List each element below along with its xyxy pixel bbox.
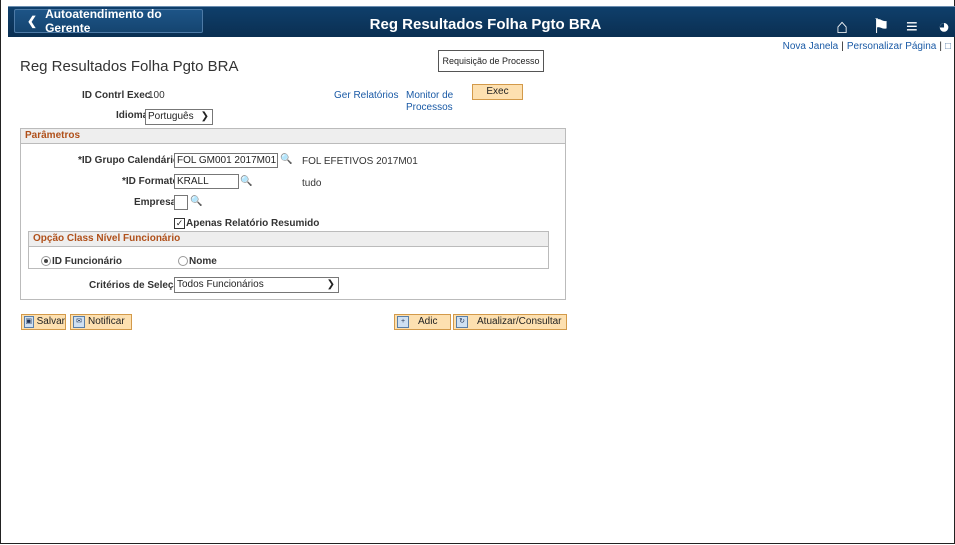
language-select-value: Português	[148, 111, 194, 122]
format-description: tudo	[302, 178, 322, 189]
employee-id-radio[interactable]	[41, 256, 51, 266]
save-button[interactable]: ▣ Salvar	[21, 314, 66, 330]
language-label: Idioma	[116, 110, 149, 121]
calendar-group-lookup-icon[interactable]: 🔍	[280, 154, 292, 165]
notify-icon: ✉	[73, 316, 85, 328]
name-radio[interactable]	[178, 256, 188, 266]
company-label: Empresa	[134, 197, 177, 208]
chevron-left-icon: ❮	[27, 14, 38, 28]
update-display-button[interactable]: ↻ Atualizar/Consultar	[453, 314, 567, 330]
employee-id-radio-label: ID Funcionário	[52, 256, 122, 267]
home-icon[interactable]: ⌂	[836, 16, 848, 38]
navbar-icon[interactable]: ◕	[938, 16, 950, 38]
selection-criteria-label: Critérios de Seleção	[89, 280, 186, 291]
process-monitor-line2: Processos	[406, 102, 453, 113]
notify-button-label: Notificar	[88, 316, 125, 327]
menu-icon[interactable]: ≡	[906, 16, 918, 38]
employee-option-header: Opção Class Nível Funcionário	[29, 232, 548, 247]
new-window-link[interactable]: Nova Janela	[783, 41, 839, 52]
company-lookup-icon[interactable]: 🔍	[190, 196, 202, 207]
selection-criteria-select[interactable]: Todos Funcionários ❯	[174, 277, 339, 293]
help-icon[interactable]: □	[945, 41, 951, 52]
run-control-value: 100	[148, 90, 165, 101]
flag-icon[interactable]: ⚑	[872, 16, 890, 38]
parameters-group: Parâmetros	[20, 128, 566, 300]
add-button-label: Adic	[418, 316, 438, 327]
chevron-down-icon: ❯	[200, 111, 209, 122]
process-monitor-link[interactable]: Monitor de Processos	[406, 90, 453, 113]
format-lookup-icon[interactable]: 🔍	[240, 176, 252, 187]
chevron-down-icon: ❯	[326, 279, 335, 290]
summary-checkbox-label: Apenas Relatório Resumido	[186, 218, 320, 229]
selection-criteria-value: Todos Funcionários	[177, 279, 264, 290]
save-icon: ▣	[24, 316, 34, 328]
add-icon: +	[397, 316, 409, 328]
report-manager-link[interactable]: Ger Relatórios	[334, 90, 398, 101]
run-control-label: ID Contrl Exec	[82, 90, 151, 101]
language-select[interactable]: Português ❯	[145, 109, 213, 125]
add-button[interactable]: + Adic	[394, 314, 451, 330]
back-button[interactable]: ❮ Autoatendimento do Gerente	[14, 7, 203, 35]
top-links: Nova Janela | Personalizar Página | □	[782, 41, 951, 52]
calendar-group-description: FOL EFETIVOS 2017M01	[302, 156, 418, 167]
exec-button[interactable]: Exec	[472, 84, 523, 100]
format-input[interactable]: KRALL	[174, 174, 239, 189]
name-radio-label: Nome	[189, 256, 217, 267]
company-input[interactable]	[174, 195, 188, 210]
personalize-page-link[interactable]: Personalizar Página	[847, 41, 937, 52]
page-title: Reg Resultados Folha Pgto BRA	[20, 58, 239, 75]
calendar-group-input[interactable]: FOL GM001 2017M01	[174, 153, 278, 168]
summary-checkbox[interactable]: ✓	[174, 218, 185, 229]
back-button-label: Autoatendimento do Gerente	[45, 7, 162, 35]
update-display-icon: ↻	[456, 316, 468, 328]
process-request-button[interactable]: Requisição de Processo	[438, 50, 544, 72]
calendar-group-label: *ID Grupo Calendários	[78, 155, 185, 166]
notify-button[interactable]: ✉ Notificar	[70, 314, 132, 330]
parameters-header: Parâmetros	[21, 129, 565, 144]
format-label: *ID Formato	[122, 176, 179, 187]
save-button-label: Salvar	[36, 316, 65, 327]
update-display-button-label: Atualizar/Consultar	[477, 316, 562, 327]
process-monitor-line1: Monitor de	[406, 90, 454, 101]
